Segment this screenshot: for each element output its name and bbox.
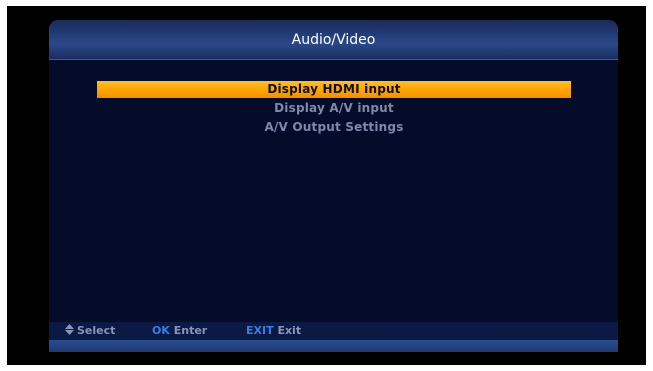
up-down-arrows-icon (65, 324, 74, 335)
audio-video-menu-panel: Audio/Video Display HDMI input Display A… (49, 20, 618, 352)
page-title: Audio/Video (291, 32, 376, 48)
tv-screen: Audio/Video Display HDMI input Display A… (7, 6, 646, 365)
ok-key-label: OK (152, 324, 170, 337)
bottom-bar (49, 340, 618, 352)
help-enter: OK Enter (152, 322, 207, 340)
help-bar: Select OK Enter EXIT Exit (49, 322, 618, 340)
help-enter-label: Enter (173, 324, 208, 337)
menu-item-av-output-settings[interactable]: A/V Output Settings (97, 118, 571, 137)
title-bar: Audio/Video (49, 20, 618, 60)
menu-item-display-av-input[interactable]: Display A/V input (97, 99, 571, 118)
help-exit: EXIT Exit (246, 322, 301, 340)
menu-list: Display HDMI input Display A/V input A/V… (97, 81, 571, 137)
help-select-label: Select (77, 324, 116, 337)
exit-key-label: EXIT (246, 324, 274, 337)
help-exit-label: Exit (277, 324, 302, 337)
menu-item-display-hdmi-input[interactable]: Display HDMI input (97, 81, 571, 98)
help-select: Select (65, 322, 115, 340)
